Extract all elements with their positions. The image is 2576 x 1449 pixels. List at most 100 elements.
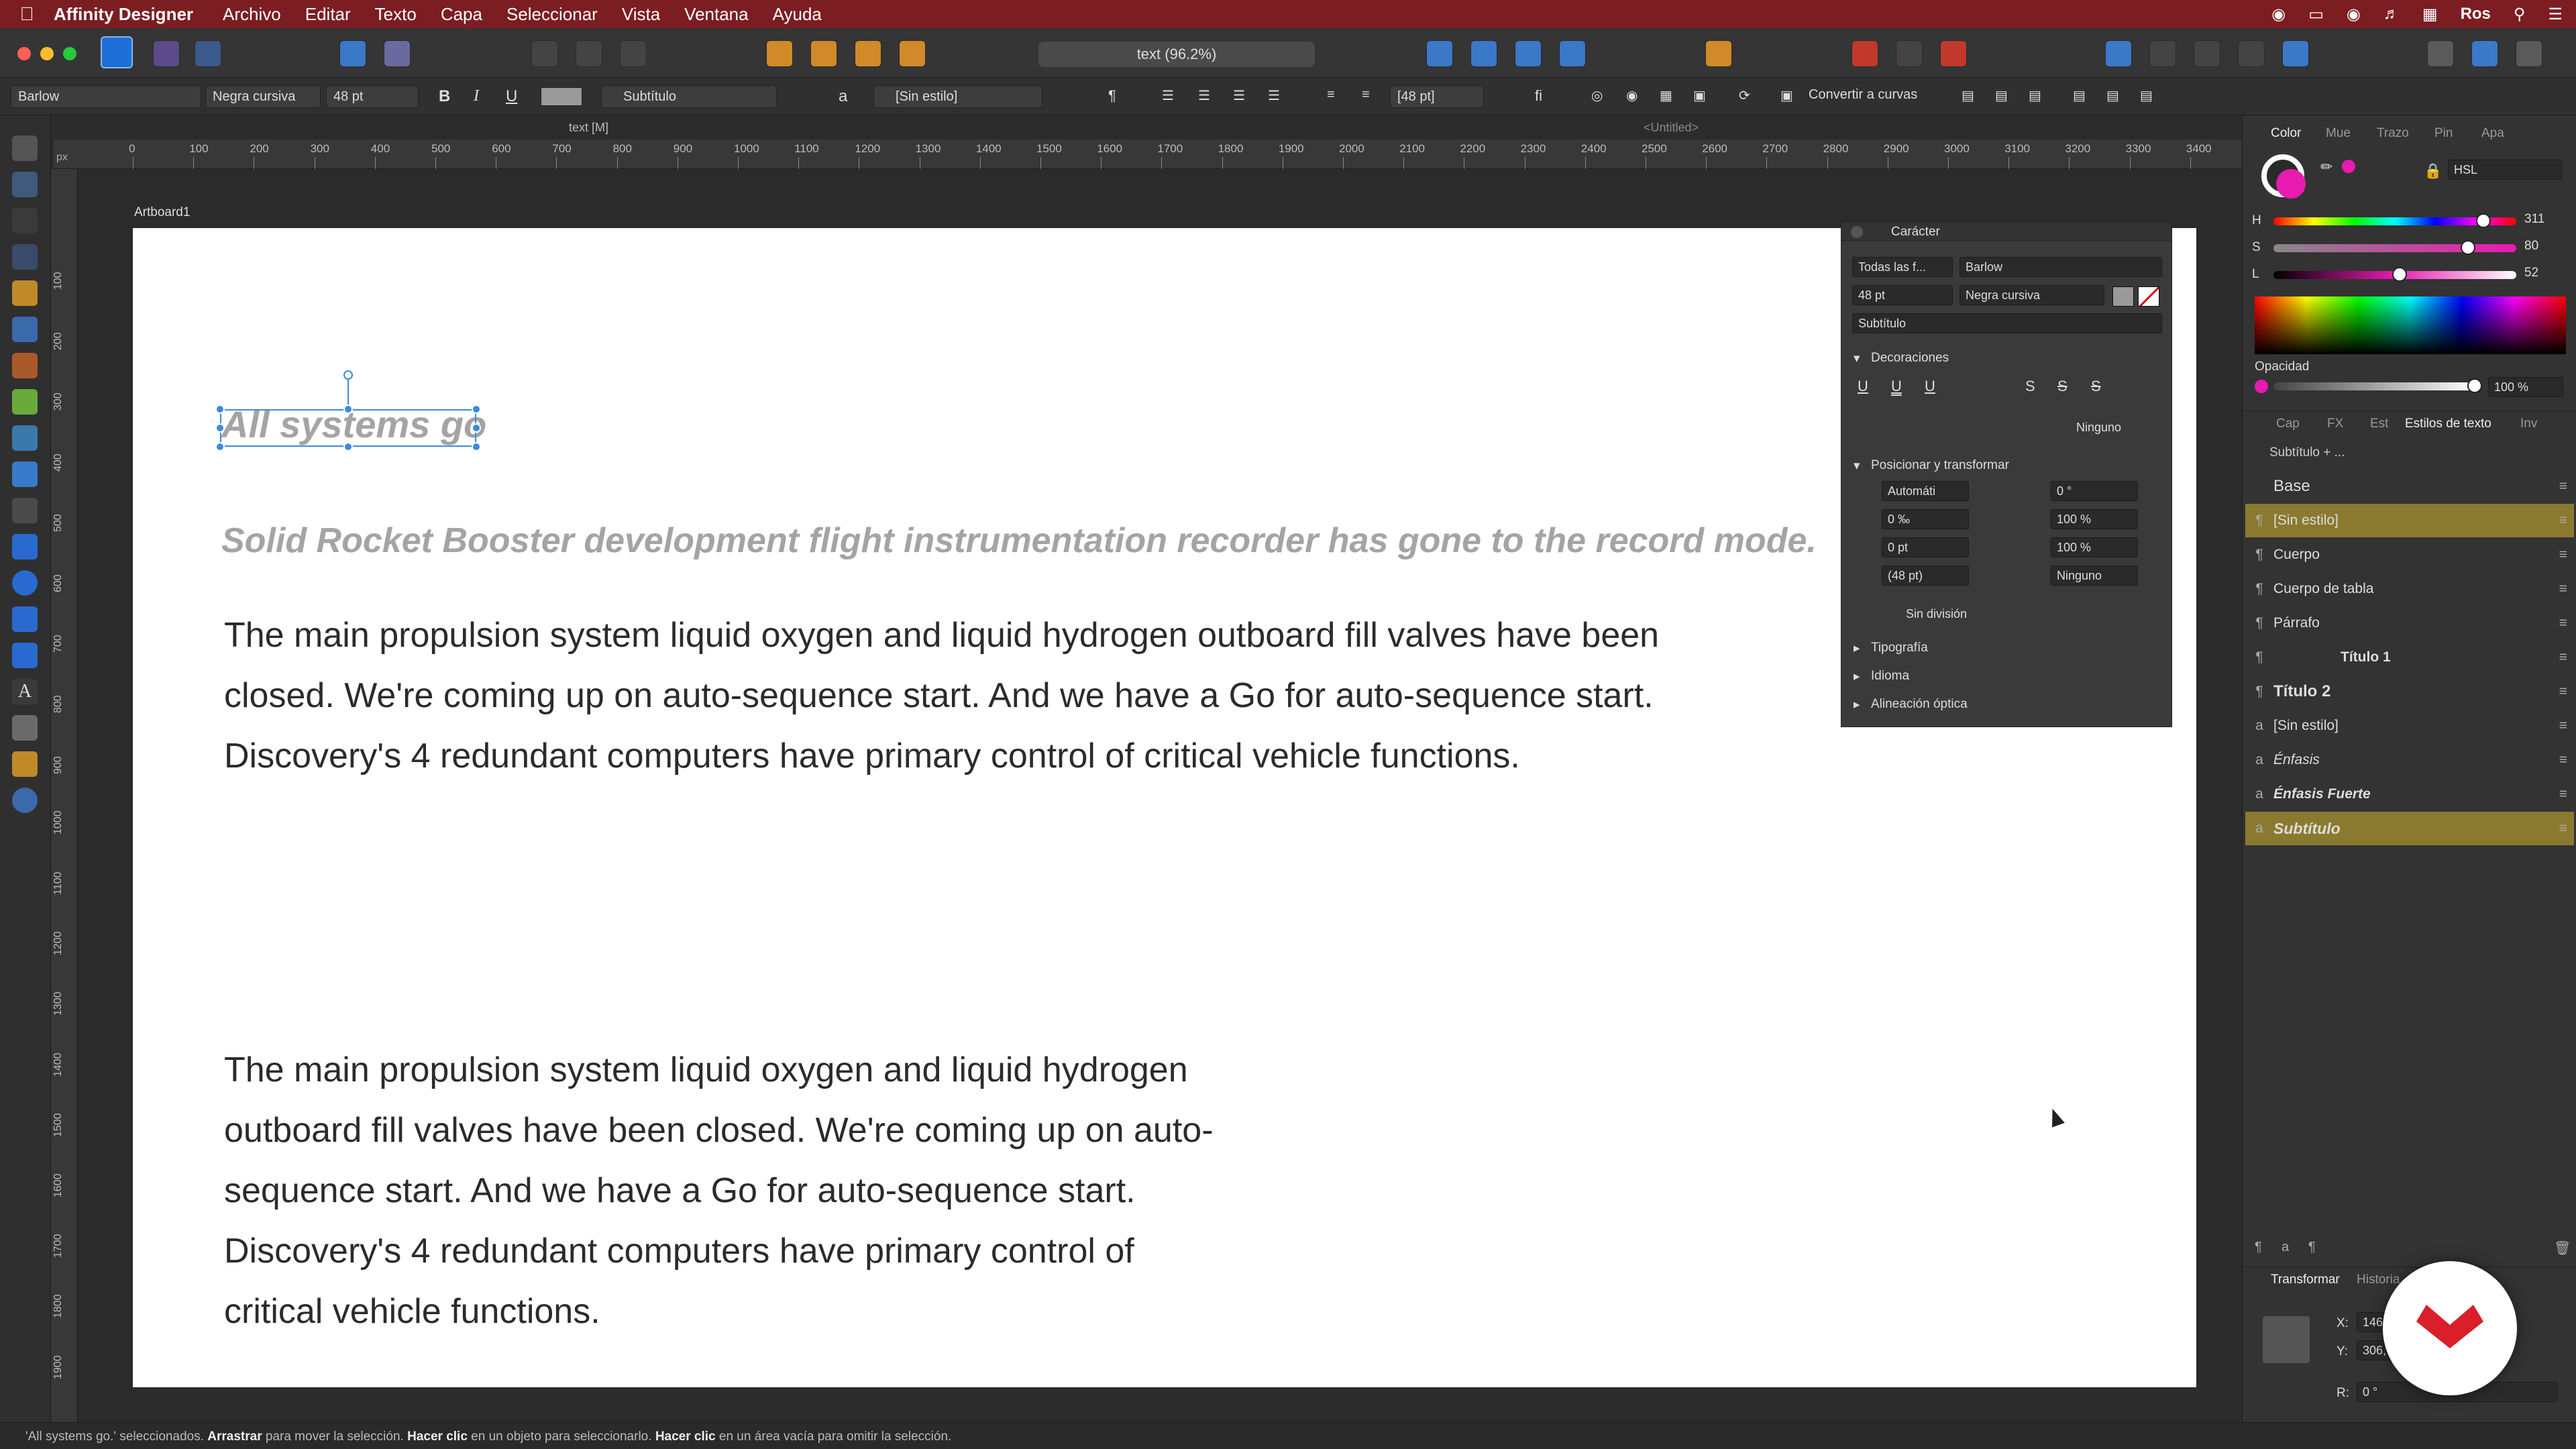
visibility-icon[interactable]: ◉ — [1626, 87, 1638, 104]
bold-button[interactable]: B — [439, 87, 450, 106]
font-scope-select[interactable]: Todas las f... — [1852, 257, 1953, 277]
font-style-select[interactable]: Negra cursiva — [205, 85, 321, 108]
flip-horizontal-icon[interactable] — [1426, 40, 1453, 67]
justify-icon[interactable]: ☰ — [1268, 87, 1280, 104]
group-icon[interactable] — [2149, 40, 2176, 67]
text-style-item[interactable]: ¶ Cuerpo ≡ — [2245, 538, 2574, 572]
rotation-handle[interactable] — [343, 370, 353, 380]
decorations-section[interactable]: Decoraciones — [1841, 351, 2173, 366]
select-icon[interactable] — [620, 40, 647, 67]
v-scale-field[interactable]: 100 % — [2051, 537, 2138, 557]
optical-alignment-section[interactable]: Alineación óptica — [1841, 697, 2173, 712]
context-help-icon[interactable] — [2516, 40, 2542, 67]
no-break-label[interactable]: Sin división — [1906, 607, 1967, 621]
transform-grid-icon[interactable]: ▦ — [1660, 87, 1672, 104]
search-icon[interactable]: ⚲ — [2514, 5, 2526, 24]
pilcrow-icon[interactable]: ¶ — [1108, 87, 1116, 105]
artboard-label[interactable]: Artboard1 — [134, 205, 190, 220]
bullet-list-icon[interactable]: ≡ — [1327, 87, 1335, 103]
stroke-color-circle[interactable] — [2276, 169, 2306, 199]
corner-tool-icon[interactable] — [12, 244, 38, 270]
style-menu-icon[interactable]: ≡ — [2559, 581, 2567, 597]
new-char-style-icon[interactable]: a — [2282, 1240, 2289, 1255]
align-middle-icon[interactable]: ▤ — [2106, 87, 2119, 104]
tab-untitled[interactable]: <Untitled> — [1644, 121, 1699, 135]
insert-icon[interactable] — [2105, 40, 2132, 67]
rotate-icon[interactable]: ⟳ — [1739, 87, 1750, 104]
anchor-grid-icon[interactable] — [2263, 1316, 2310, 1363]
text-style-item[interactable]: ¶ [Sin estilo] ≡ — [2245, 504, 2574, 537]
tab-swatches[interactable]: Mue — [2326, 126, 2351, 141]
lightness-knob[interactable] — [2392, 267, 2408, 282]
align-bottom-icon[interactable]: ▤ — [2140, 87, 2153, 104]
rotate-right-icon[interactable] — [1559, 40, 1586, 67]
strike-double-button[interactable]: S — [2057, 378, 2068, 395]
subtitle-text[interactable]: Solid Rocket Booster development flight … — [221, 521, 1817, 561]
boolean-intersect-icon[interactable] — [1940, 40, 1967, 67]
align-top-icon[interactable]: ▤ — [2073, 87, 2086, 104]
resize-handle[interactable] — [343, 442, 353, 451]
boolean-subtract-icon[interactable] — [1896, 40, 1923, 67]
move-tool-icon[interactable] — [12, 136, 38, 161]
tab-layers[interactable]: Cap — [2276, 417, 2300, 431]
snapping-icon[interactable] — [2282, 40, 2309, 67]
fill-tool-icon[interactable] — [12, 389, 38, 415]
tab-color[interactable]: Color — [2271, 126, 2301, 141]
strike-triple-button[interactable]: S — [2091, 378, 2101, 395]
tab-fx[interactable]: FX — [2327, 417, 2343, 431]
rotate-left-icon[interactable] — [1515, 40, 1542, 67]
tab-text-styles[interactable]: Estilos de texto — [2405, 417, 2491, 431]
close-window-button[interactable] — [17, 47, 31, 60]
display-icon[interactable]: ▭ — [2308, 5, 2324, 24]
character-style-select[interactable]: [Sin estilo] — [873, 85, 1042, 108]
arrange-front-icon[interactable] — [899, 40, 926, 67]
language-section[interactable]: Idioma — [1841, 669, 2173, 684]
node-tool-icon[interactable] — [12, 208, 38, 233]
shape-tool-icon[interactable] — [12, 643, 38, 668]
paragraph-style-field[interactable]: Subtítulo — [1852, 313, 2162, 333]
ellipse-tool-icon[interactable] — [12, 570, 38, 596]
italic-button[interactable]: I — [474, 87, 479, 105]
hue-knob[interactable] — [2475, 213, 2491, 228]
menu-ayuda[interactable]: Ayuda — [773, 4, 822, 25]
resize-handle[interactable] — [472, 423, 481, 433]
text-tool-icon[interactable]: A — [12, 679, 38, 704]
user-name[interactable]: Ros — [2461, 5, 2491, 23]
text-style-item[interactable]: ¶ Título 2 ≡ — [2245, 675, 2574, 708]
text-style-item[interactable]: Base ≡ — [2245, 470, 2574, 503]
boolean-add-icon[interactable] — [1851, 40, 1878, 67]
leading-select[interactable]: [48 pt] — [1390, 85, 1484, 108]
opacity-field[interactable]: 100 % — [2488, 377, 2563, 397]
align-right-icon[interactable]: ☰ — [1233, 87, 1245, 104]
hue-value[interactable]: 311 — [2524, 212, 2571, 232]
underline-button[interactable]: U — [506, 87, 517, 106]
align-right-h-icon[interactable]: ▤ — [2029, 87, 2041, 104]
menu-archivo[interactable]: Archivo — [223, 4, 281, 25]
saturation-slider[interactable] — [2273, 240, 2516, 255]
close-icon[interactable] — [1851, 226, 1863, 238]
saturation-knob[interactable] — [2460, 240, 2475, 255]
menu-seleccionar[interactable]: Seleccionar — [506, 4, 598, 25]
style-menu-icon[interactable]: ≡ — [2559, 684, 2567, 700]
style-menu-icon[interactable]: ≡ — [2559, 478, 2567, 494]
menu-editar[interactable]: Editar — [305, 4, 351, 25]
hue-slider[interactable] — [2273, 213, 2516, 228]
assistant-icon[interactable] — [384, 40, 411, 67]
pen-tool-icon[interactable] — [12, 280, 38, 306]
typography-section[interactable]: Tipografía — [1841, 641, 2173, 656]
mask-icon[interactable] — [2238, 40, 2265, 67]
align-center-icon[interactable]: ☰ — [1198, 87, 1210, 104]
convert-curves-button[interactable]: Convertir a curvas — [1809, 87, 1917, 103]
pixel-persona-icon[interactable] — [153, 40, 180, 67]
rounded-rect-tool-icon[interactable] — [12, 606, 38, 632]
frame-icon[interactable]: ◎ — [1591, 87, 1603, 104]
text-color-swatch[interactable] — [541, 87, 582, 106]
style-menu-icon[interactable]: ≡ — [2559, 718, 2567, 734]
place-image-tool-icon[interactable] — [12, 462, 38, 487]
h-scale-field[interactable]: 100 % — [2051, 509, 2138, 529]
transparency-tool-icon[interactable] — [12, 425, 38, 451]
brush-tool-icon[interactable] — [12, 353, 38, 378]
flip-vertical-icon[interactable] — [1470, 40, 1497, 67]
lightness-slider[interactable] — [2273, 267, 2516, 282]
font-family-select[interactable]: Barlow — [11, 85, 201, 108]
